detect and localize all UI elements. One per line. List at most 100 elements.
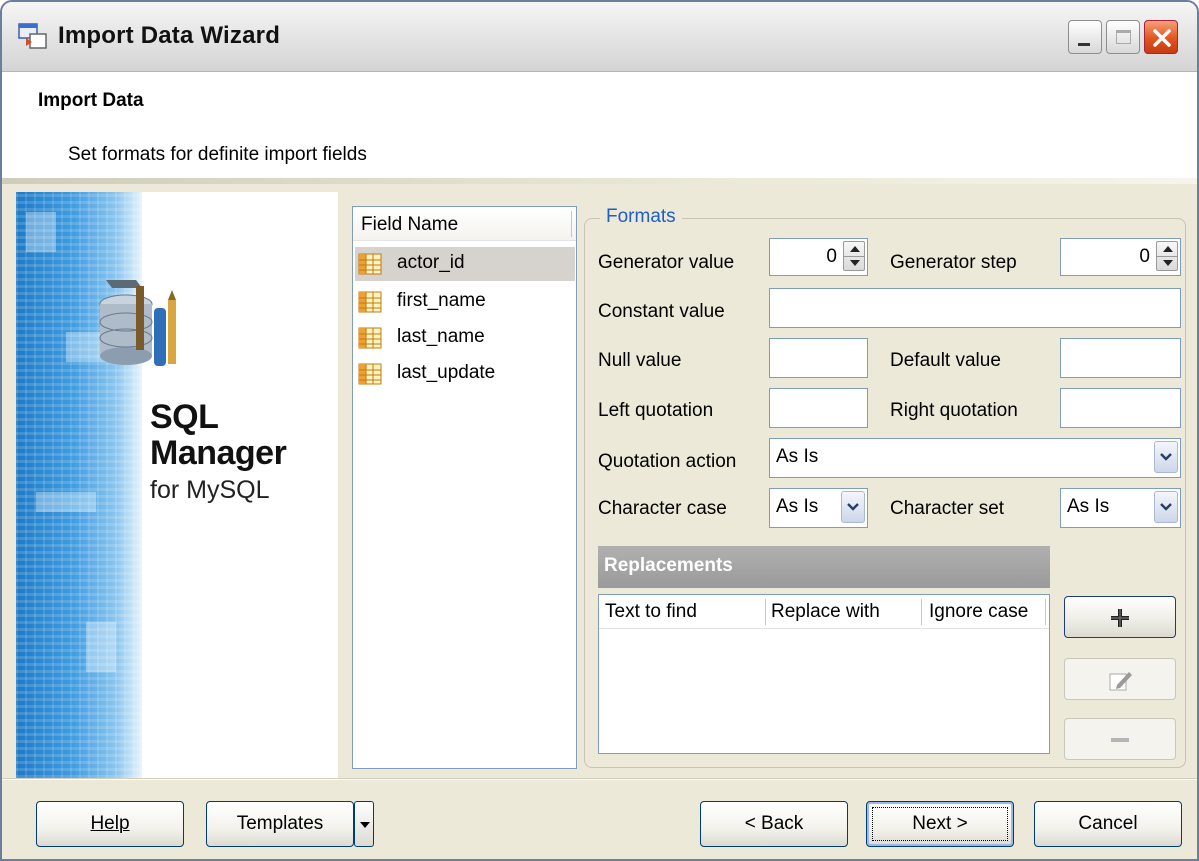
column-divider [921, 599, 922, 625]
character-case-dropdown-button[interactable] [841, 491, 865, 523]
field-list-item[interactable]: last_name [355, 321, 575, 355]
field-list[interactable]: Field Name actor_id first_name last_name… [352, 206, 577, 769]
generator-value-spin-buttons[interactable] [843, 241, 865, 271]
brand-subtitle: for MySQL [150, 476, 270, 504]
replace-with-column[interactable]: Replace with [771, 601, 880, 623]
field-label: last_update [397, 362, 496, 383]
wizard-header: Import Data Set formats for definite imp… [2, 72, 1197, 180]
table-field-icon [358, 253, 382, 275]
maximize-icon [1116, 30, 1131, 44]
left-quotation-label: Left quotation [598, 400, 714, 421]
sql-manager-logo [99, 280, 176, 366]
minimize-button[interactable] [1068, 20, 1102, 54]
banner-decoration [26, 212, 56, 252]
constant-value-label: Constant value [598, 301, 725, 322]
quotation-action-dropdown-button[interactable] [1154, 441, 1178, 473]
templates-button-label: Templates [236, 813, 324, 834]
table-field-icon [358, 327, 382, 349]
generator-step-label: Generator step [890, 252, 1017, 273]
minus-icon [1111, 738, 1129, 742]
product-banner: SQL Manager for MySQL [16, 192, 338, 778]
ignore-case-column[interactable]: Ignore case [929, 601, 1028, 623]
character-set-dropdown-button[interactable] [1154, 491, 1178, 523]
field-list-item[interactable]: first_name [355, 285, 575, 319]
column-divider [765, 599, 766, 625]
brand-title-line1: SQL [150, 398, 219, 436]
header-divider [2, 178, 1197, 184]
step-subtitle: Set formats for definite import fields [68, 144, 367, 165]
edit-replacement-button[interactable] [1064, 658, 1176, 700]
chevron-down-icon [847, 503, 859, 511]
caret-down-icon [360, 822, 370, 828]
spin-down-icon [1163, 260, 1173, 266]
chevron-down-icon [1160, 453, 1172, 461]
table-field-icon [358, 363, 382, 385]
left-quotation-input[interactable] [769, 388, 868, 428]
constant-value-input[interactable] [769, 288, 1181, 328]
default-value-label: Default value [890, 350, 1001, 371]
spin-up-icon [1163, 246, 1173, 252]
field-list-header[interactable]: Field Name [353, 207, 576, 241]
field-list-item[interactable]: actor_id [355, 247, 575, 281]
cancel-button-label: Cancel [1078, 813, 1138, 834]
help-button-label: Help [90, 813, 130, 834]
title-bar[interactable]: Import Data Wizard [2, 2, 1197, 72]
generator-value-value: 0 [826, 246, 837, 267]
character-set-select[interactable]: As Is [1060, 488, 1181, 528]
generator-value-spinner[interactable]: 0 [769, 238, 868, 276]
default-value-input[interactable] [1060, 338, 1181, 378]
null-value-label: Null value [598, 350, 682, 371]
text-to-find-column[interactable]: Text to find [605, 601, 697, 623]
spin-up-icon [850, 246, 860, 252]
character-set-label: Character set [890, 498, 1005, 519]
character-set-value: As Is [1067, 496, 1110, 517]
replacements-header: Replacements [598, 546, 1050, 588]
formats-legend: Formats [600, 206, 682, 228]
quotation-action-label: Quotation action [598, 451, 737, 472]
character-case-label: Character case [598, 498, 727, 519]
table-field-icon [358, 291, 382, 313]
footer-divider [2, 778, 1197, 780]
generator-step-spinner[interactable]: 0 [1060, 238, 1181, 276]
close-window-button[interactable] [1144, 20, 1178, 54]
brand-title-line2: Manager [150, 434, 287, 472]
generator-value-label: Generator value [598, 252, 735, 273]
banner-decoration [36, 492, 96, 512]
cancel-button[interactable]: Cancel [1034, 801, 1182, 847]
back-button-label: < Back [744, 813, 804, 834]
replacements-grid[interactable]: Text to find Replace with Ignore case [598, 594, 1050, 754]
edit-pencil-icon [1109, 672, 1132, 691]
field-label: first_name [397, 290, 486, 311]
import-wizard-icon [18, 23, 47, 49]
field-list-item[interactable]: last_update [355, 357, 575, 391]
quotation-action-select[interactable]: As Is [769, 438, 1181, 478]
banner-decoration [86, 622, 116, 672]
column-divider [571, 211, 572, 237]
quotation-action-value: As Is [776, 446, 819, 467]
right-quotation-input[interactable] [1060, 388, 1181, 428]
character-case-value: As Is [776, 496, 819, 517]
column-divider [1045, 599, 1046, 625]
back-button[interactable]: < Back [700, 801, 848, 847]
generator-step-value: 0 [1139, 246, 1150, 267]
remove-replacement-button[interactable] [1064, 718, 1176, 760]
field-label: actor_id [397, 252, 465, 273]
help-button[interactable]: Help [36, 801, 184, 847]
maximize-button[interactable] [1106, 20, 1140, 54]
null-value-input[interactable] [769, 338, 868, 378]
character-case-select[interactable]: As Is [769, 488, 868, 528]
templates-dropdown-button[interactable] [354, 801, 374, 847]
step-title: Import Data [38, 90, 144, 111]
right-quotation-label: Right quotation [890, 400, 1018, 421]
close-icon [1153, 29, 1171, 47]
spin-down-icon [850, 260, 860, 266]
field-name-column-header: Field Name [361, 214, 459, 235]
chevron-down-icon [1160, 503, 1172, 511]
templates-button[interactable]: Templates [206, 801, 354, 847]
generator-step-spin-buttons[interactable] [1156, 241, 1178, 271]
add-replacement-button[interactable] [1064, 596, 1176, 638]
next-button[interactable]: Next > [866, 801, 1014, 847]
plus-icon [1111, 609, 1129, 627]
minimize-icon [1078, 43, 1090, 46]
field-label: last_name [397, 326, 485, 347]
